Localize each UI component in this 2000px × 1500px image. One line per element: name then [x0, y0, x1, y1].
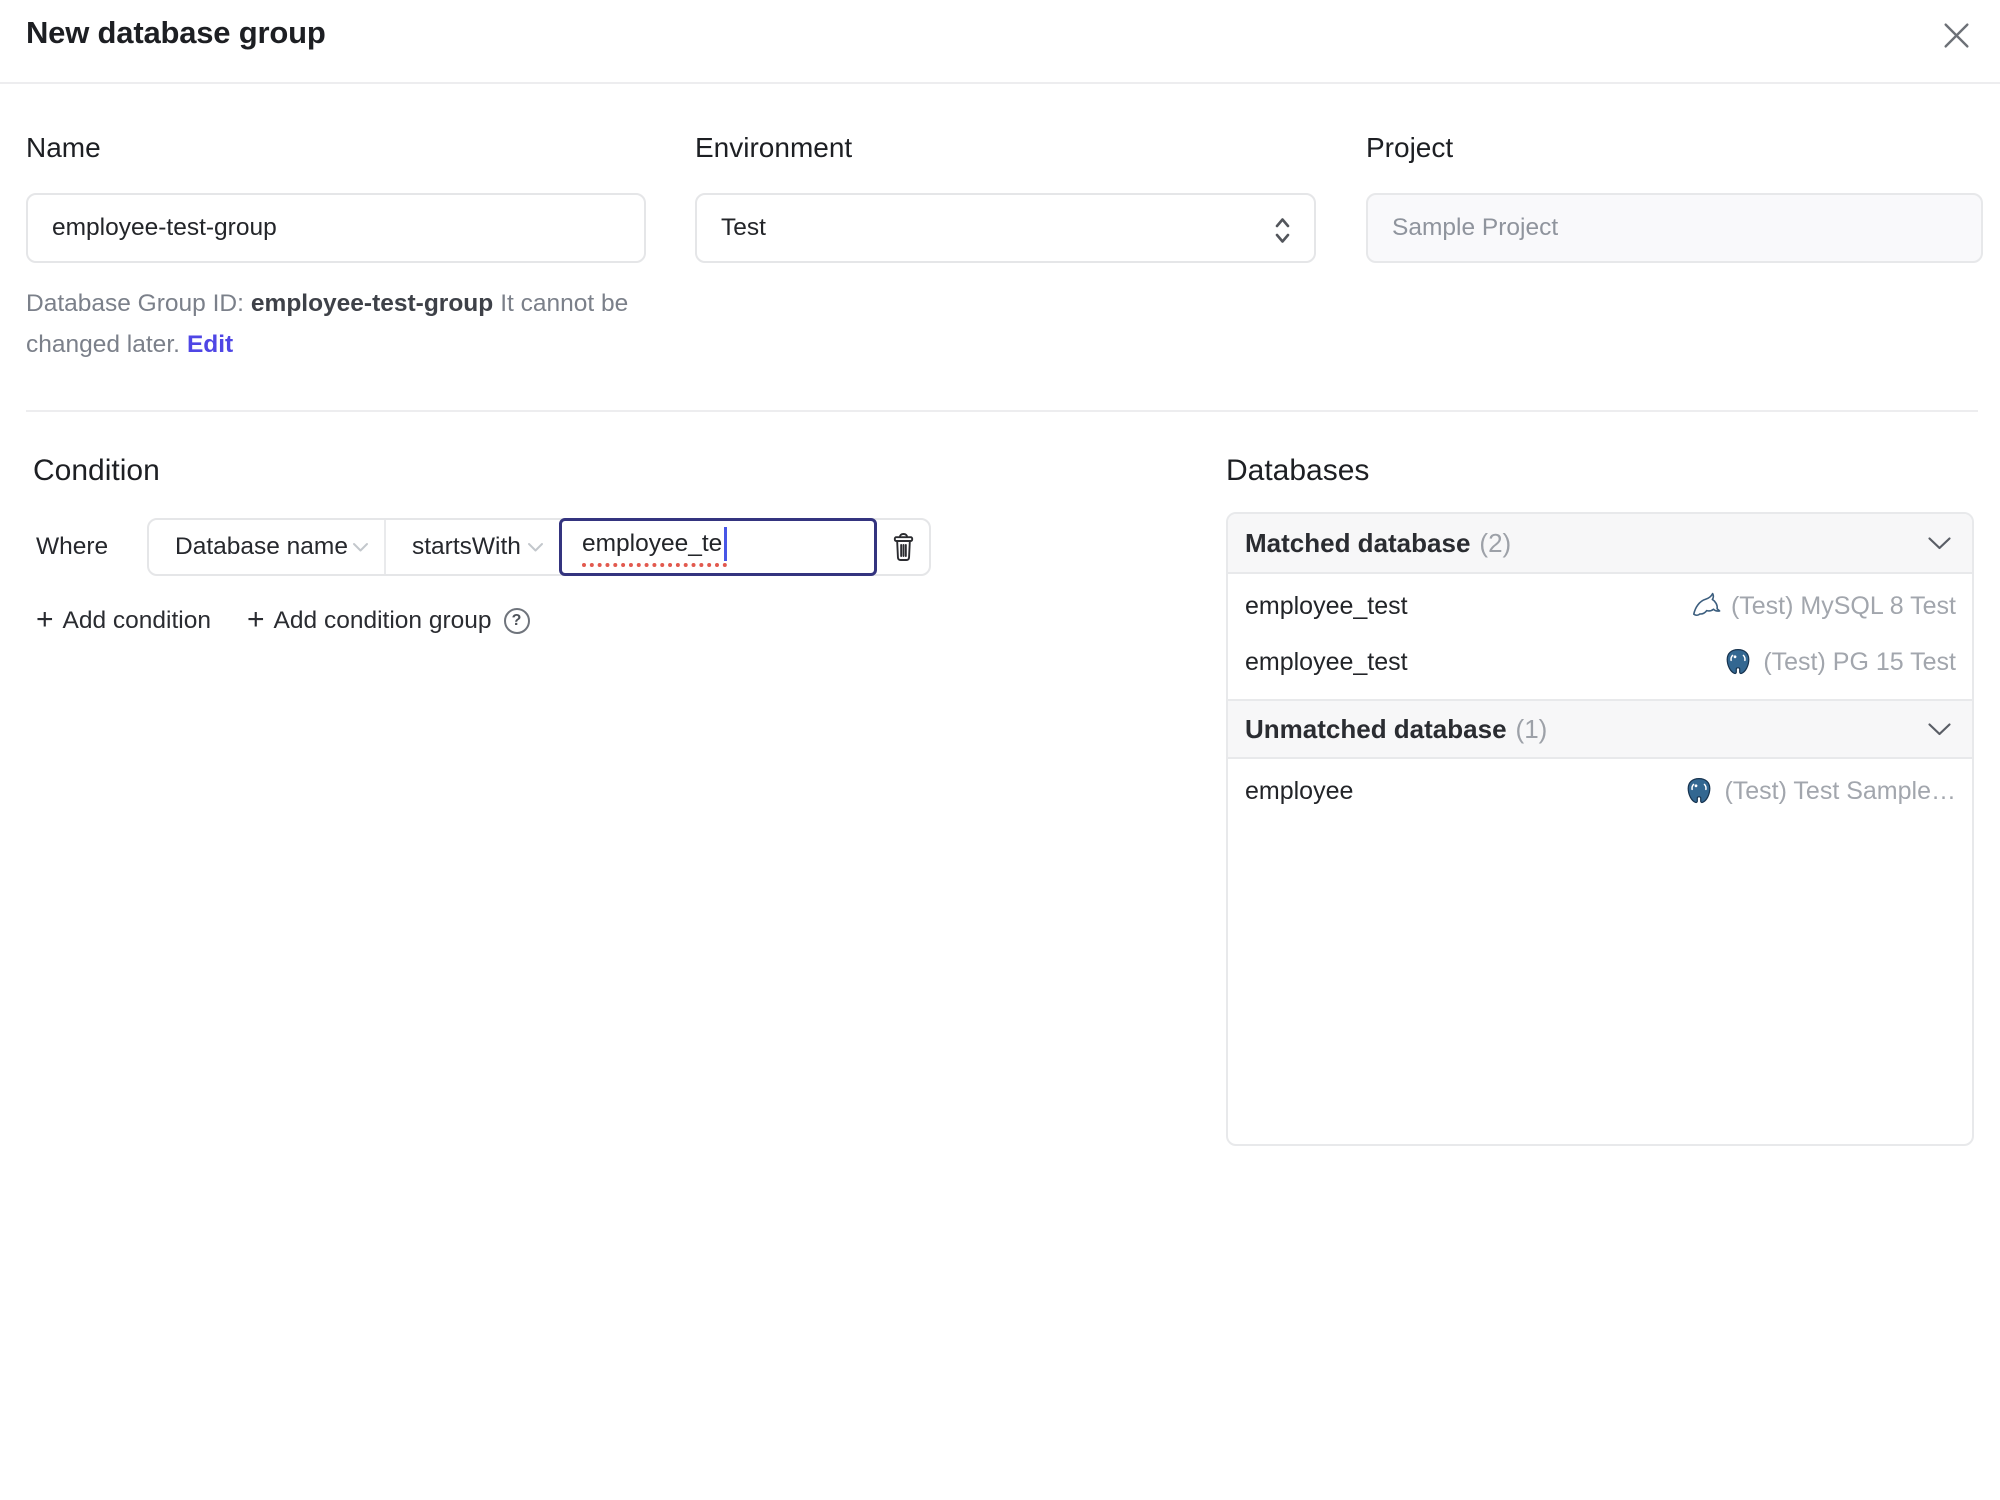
matched-database-list: employee_test (Test) MySQL 8 Test employ… — [1228, 574, 1972, 699]
database-row: employee_test (Test) PG 15 Test — [1228, 634, 1972, 690]
project-label: Project — [1366, 132, 1454, 163]
matched-database-title: Matched database — [1245, 527, 1471, 558]
database-row: employee_test (Test) MySQL 8 Test — [1228, 578, 1972, 634]
chevron-down-icon[interactable] — [1927, 722, 1952, 737]
instance-label: (Test) PG 15 Test — [1763, 647, 1956, 676]
add-condition-button[interactable]: + Add condition — [36, 603, 212, 636]
matched-database-count: (2) — [1479, 527, 1512, 558]
close-button[interactable] — [1934, 13, 1978, 57]
trash-icon — [890, 532, 917, 562]
matched-database-header[interactable]: Matched database (2) — [1228, 514, 1972, 574]
instance-label: (Test) Test Sample… — [1724, 776, 1956, 805]
chevron-down-icon[interactable] — [1927, 536, 1952, 551]
condition-row: Where Database name startsWith employee_… — [0, 518, 1000, 576]
unmatched-database-list: employee (Test) Test Sample… — [1228, 759, 1972, 828]
name-label: Name — [26, 132, 101, 163]
condition-value-wrap: employee_te — [582, 527, 728, 567]
project-selected-value: Sample Project — [1392, 214, 1559, 241]
condition-field-value: Database name — [175, 533, 348, 560]
dialog-header: New database group — [0, 0, 2000, 84]
section-divider — [26, 410, 1978, 412]
new-database-group-dialog: New database group Name Database Group I… — [0, 0, 2000, 1500]
dialog-title: New database group — [26, 15, 326, 50]
plus-icon: + — [36, 603, 54, 636]
environment-field-group: Environment Test — [695, 131, 1316, 263]
edit-group-id-link[interactable]: Edit — [187, 331, 233, 358]
condition-heading: Condition — [33, 454, 160, 487]
condition-actions: + Add condition + Add condition group ? — [36, 600, 530, 642]
unmatched-database-header[interactable]: Unmatched database (1) — [1228, 699, 1972, 759]
group-id-prefix: Database Group ID: — [26, 290, 244, 317]
condition-operator-select[interactable]: startsWith — [386, 520, 559, 574]
name-input[interactable] — [26, 193, 646, 263]
name-field-group: Name Database Group ID:employee-test-gro… — [26, 131, 646, 358]
condition-value-input[interactable]: employee_te — [559, 518, 877, 576]
environment-label: Environment — [695, 132, 853, 163]
mysql-icon — [1691, 591, 1721, 621]
condition-value-text: employee_te — [582, 530, 723, 557]
condition-expression-group: Database name startsWith employee_te — [147, 518, 931, 576]
database-name: employee — [1245, 776, 1354, 805]
chevron-down-icon — [352, 542, 369, 553]
help-icon[interactable]: ? — [503, 608, 530, 634]
group-id-value: employee-test-group — [250, 290, 494, 317]
databases-panel: Matched database (2) employee_test (Test… — [1226, 512, 1974, 1146]
add-condition-group-label: Add condition group — [273, 607, 492, 634]
condition-field-select[interactable]: Database name — [149, 520, 386, 574]
database-instance: (Test) PG 15 Test — [1723, 647, 1956, 677]
project-value-disabled: Sample Project — [1366, 193, 1983, 263]
environment-selected-value: Test — [721, 214, 766, 241]
environment-select[interactable]: Test — [695, 193, 1316, 263]
database-instance: (Test) Test Sample… — [1684, 776, 1956, 806]
add-condition-group-button[interactable]: + Add condition group ? — [247, 603, 530, 636]
postgres-icon — [1684, 776, 1714, 806]
condition-operator-value: startsWith — [412, 533, 521, 560]
plus-icon: + — [247, 603, 265, 636]
database-instance: (Test) MySQL 8 Test — [1691, 591, 1956, 621]
add-condition-label: Add condition — [62, 607, 212, 634]
chevron-down-icon — [527, 542, 544, 553]
unmatched-database-title: Unmatched database — [1245, 713, 1507, 744]
postgres-icon — [1723, 647, 1753, 677]
database-name: employee_test — [1245, 647, 1408, 676]
unmatched-database-count: (1) — [1515, 713, 1548, 744]
close-icon — [1941, 20, 1972, 51]
project-field-group: Project Sample Project — [1366, 131, 1983, 263]
database-row: employee (Test) Test Sample… — [1228, 763, 1972, 819]
text-caret — [724, 527, 728, 561]
where-label: Where — [36, 533, 109, 560]
select-updown-icon — [1273, 215, 1292, 253]
database-name: employee_test — [1245, 591, 1408, 620]
group-id-helper-text: Database Group ID: employee-test-group It … — [26, 283, 646, 365]
databases-heading: Databases — [1226, 454, 1370, 487]
delete-condition-button[interactable] — [877, 520, 929, 574]
instance-label: (Test) MySQL 8 Test — [1730, 591, 1956, 620]
